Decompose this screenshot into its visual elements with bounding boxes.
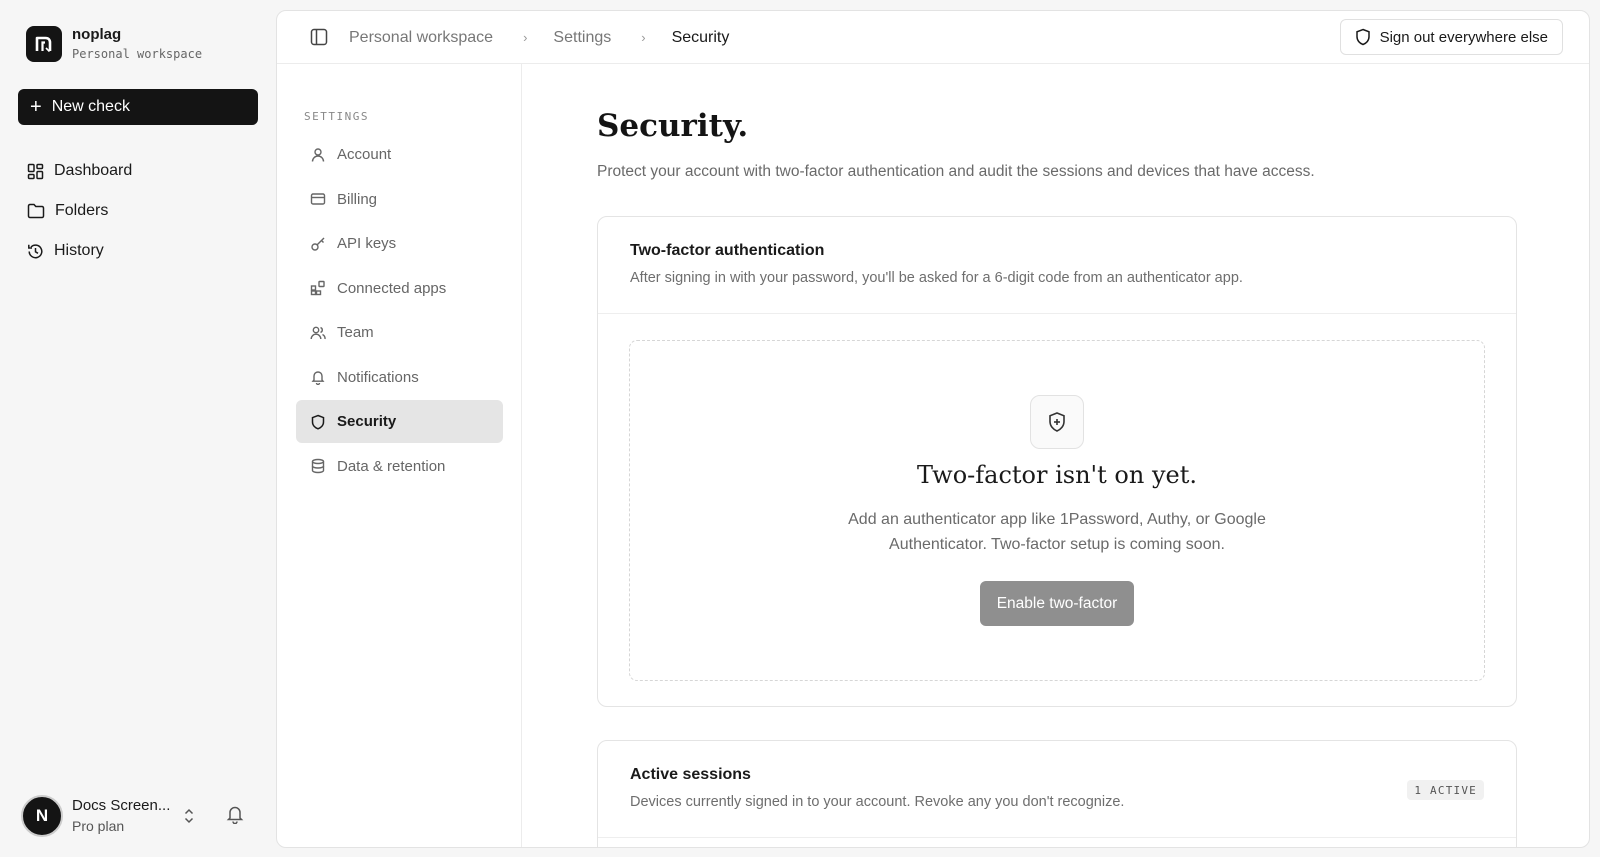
settings-nav: SETTINGS Account Billing API keys Connec…: [277, 64, 522, 847]
settings-item-api-keys[interactable]: API keys: [296, 222, 503, 265]
user-menu[interactable]: N Docs Screen... Pro plan: [21, 794, 261, 838]
breadcrumb-settings[interactable]: Settings: [553, 29, 611, 47]
credit-card-icon: [310, 191, 326, 207]
active-sessions-card: Active sessions Devices currently signed…: [597, 740, 1517, 847]
settings-item-label: Team: [337, 324, 374, 341]
settings-item-label: API keys: [337, 235, 397, 252]
page-title: Security.: [597, 108, 749, 144]
settings-item-billing[interactable]: Billing: [296, 178, 503, 221]
nav-item-dashboard[interactable]: Dashboard: [18, 152, 258, 190]
avatar: N: [21, 795, 63, 837]
shield-icon: [310, 414, 326, 430]
settings-item-notifications[interactable]: Notifications: [296, 356, 503, 399]
settings-item-label: Security: [337, 413, 397, 430]
team-icon: [310, 325, 326, 341]
workspace-label: Personal workspace: [72, 47, 203, 61]
app-sidebar: noplag Personal workspace + New check Da…: [0, 0, 276, 857]
active-count-badge: 1 ACTIVE: [1407, 780, 1484, 800]
new-check-label: New check: [51, 98, 130, 115]
shield-plus-icon: [1030, 395, 1084, 449]
main-nav: Dashboard Folders History: [18, 152, 258, 270]
nav-item-label: Dashboard: [54, 162, 133, 179]
new-check-button[interactable]: + New check: [18, 89, 258, 125]
breadcrumb: Personal workspace › Settings › Security: [349, 11, 729, 64]
breadcrumb-workspace[interactable]: Personal workspace: [349, 29, 493, 47]
notifications-bell-icon[interactable]: [225, 804, 245, 824]
top-bar: Personal workspace › Settings › Security…: [277, 11, 1589, 64]
settings-item-connected-apps[interactable]: Connected apps: [296, 267, 503, 310]
noplag-logo-icon: [26, 26, 62, 62]
settings-heading: SETTINGS: [304, 110, 369, 123]
apps-icon: [310, 280, 326, 296]
active-sessions-description: Devices currently signed in to your acco…: [630, 794, 1125, 810]
database-icon: [310, 458, 326, 474]
settings-item-team[interactable]: Team: [296, 311, 503, 354]
two-factor-description: After signing in with your password, you…: [630, 270, 1243, 286]
two-factor-empty-description: Add an authenticator app like 1Password,…: [848, 511, 1266, 553]
main-panel: Personal workspace › Settings › Security…: [276, 10, 1590, 848]
shield-icon: [1355, 28, 1371, 46]
two-factor-empty-state: Two-factor isn't on yet. Add an authenti…: [629, 340, 1485, 681]
bell-icon: [310, 369, 326, 385]
breadcrumb-security: Security: [671, 28, 730, 46]
nav-item-label: History: [54, 242, 104, 259]
two-factor-empty-title: Two-factor isn't on yet.: [917, 461, 1197, 489]
settings-item-label: Data & retention: [337, 457, 446, 475]
two-factor-card: Two-factor authentication After signing …: [597, 216, 1517, 707]
active-sessions-title: Active sessions: [630, 766, 751, 783]
sign-out-everywhere-button[interactable]: Sign out everywhere else: [1339, 19, 1563, 55]
user-icon: [310, 147, 326, 163]
settings-item-label: Billing: [337, 190, 378, 208]
user-name: Docs Screen...: [72, 797, 171, 814]
enable-two-factor-button[interactable]: Enable two-factor: [979, 581, 1135, 626]
chevron-right-icon: ›: [523, 30, 528, 45]
settings-item-label: Account: [337, 146, 392, 163]
key-icon: [310, 236, 326, 252]
settings-item-label: Connected apps: [337, 279, 447, 297]
history-icon: [27, 243, 44, 260]
chevron-up-down-icon[interactable]: [182, 807, 196, 825]
sidebar-toggle-icon[interactable]: [310, 28, 328, 46]
folder-icon: [27, 203, 45, 219]
nav-item-label: Folders: [55, 202, 109, 219]
settings-item-data-retention[interactable]: Data & retention: [296, 445, 503, 488]
nav-item-folders[interactable]: Folders: [18, 192, 258, 230]
brand-name: noplag: [72, 26, 122, 43]
settings-item-label: Notifications: [337, 368, 419, 386]
user-plan: Pro plan: [72, 818, 125, 834]
page-subtitle: Protect your account with two-factor aut…: [597, 163, 1315, 180]
sign-out-label: Sign out everywhere else: [1379, 28, 1548, 46]
nav-item-history[interactable]: History: [18, 232, 258, 270]
settings-item-security[interactable]: Security: [296, 400, 503, 443]
settings-item-account[interactable]: Account: [296, 133, 503, 176]
plus-icon: +: [30, 96, 42, 118]
workspace-switcher[interactable]: noplag Personal workspace: [26, 26, 202, 62]
two-factor-title: Two-factor authentication: [630, 242, 825, 259]
chevron-right-icon: ›: [641, 30, 646, 45]
grid-icon: [27, 163, 44, 180]
